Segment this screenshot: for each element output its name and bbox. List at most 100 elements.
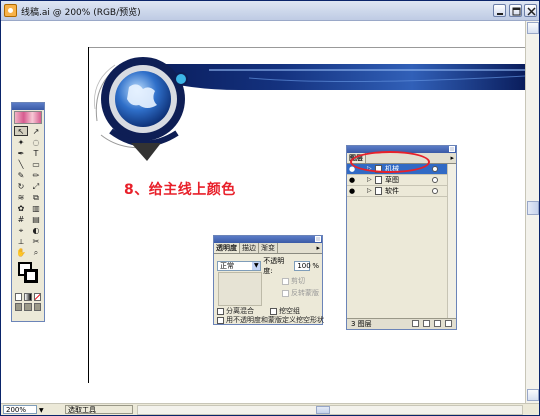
color-mode-buttons [12,292,44,302]
type-icon[interactable]: T [29,148,43,158]
opacity-mask-knockout-checkbox[interactable]: 用不透明度和蒙版定义挖空形状 [217,315,324,325]
step-annotation: 8、给主线上颜色 [124,182,236,198]
eye-icon[interactable]: ● [349,176,358,184]
pen-icon[interactable]: ✒ [14,148,28,158]
line-icon[interactable]: ╲ [14,159,28,169]
lasso-icon[interactable]: ◌ [29,137,43,147]
target-icon[interactable] [432,177,438,183]
minimize-button[interactable] [493,4,506,17]
title-bar[interactable]: 线稿.ai @ 200% (RGB/预览) [1,1,539,21]
paintbrush-icon[interactable]: ✎ [14,170,28,180]
opacity-value: 100 [297,262,311,270]
transparency-panel-titlebar[interactable] [214,236,322,243]
maximize-icon [512,7,521,16]
tab-stroke[interactable]: 描边 [240,243,259,253]
hand-icon[interactable]: ✋ [14,247,28,257]
blend-icon[interactable]: ◐ [29,225,43,235]
layer-thumbnail [375,187,382,195]
layer-row[interactable]: ● ▷ 草图 [347,175,456,186]
artboard-left-edge [88,47,89,383]
direct-selection-icon[interactable]: ↗ [29,126,43,136]
eyedropper-icon[interactable]: ⌖ [14,225,28,235]
expand-triangle-icon[interactable]: ▷ [367,175,372,185]
new-layer-icon[interactable] [434,320,441,327]
horizontal-scrollbar[interactable] [137,405,523,415]
horizontal-scroll-thumb[interactable] [316,406,330,414]
blend-mode-select[interactable]: 正常 ▼ [217,261,262,271]
zoom-dropdown-icon[interactable]: ▼ [39,405,44,416]
trash-icon[interactable] [445,320,452,327]
stroke-swatch[interactable] [24,269,38,283]
slice-icon[interactable]: ⟂ [14,236,28,246]
eye-icon[interactable]: ● [349,187,358,195]
transparency-panel: 透明度 描边 渐变 ▸ 正常 ▼ 不透明度: 100 % 剪切 反转蒙版 分离混… [213,235,324,325]
tools-panel-titlebar[interactable] [12,103,44,110]
layer-name: 草图 [385,176,399,184]
maximize-button[interactable] [509,4,522,17]
tab-gradient[interactable]: 渐变 [259,243,278,253]
close-icon [527,7,536,16]
transparency-panel-tabs: 透明度 描边 渐变 ▸ [214,243,322,254]
full-screen-mode-button[interactable] [33,303,41,311]
layer-highlight-ellipse [350,151,430,173]
target-icon[interactable] [432,188,438,194]
symbol-sprayer-icon[interactable]: ✿ [14,203,28,213]
zoom-icon[interactable]: ⌕ [29,247,43,257]
tab-transparency[interactable]: 透明度 [214,243,240,253]
opacity-label: 不透明度: [263,257,285,275]
opacity-field[interactable]: 100 [294,261,311,271]
warp-icon[interactable]: ≋ [14,192,28,202]
target-icon[interactable] [432,166,438,172]
layers-panel: 图层 ▸ ● ▷ 机械 ● ▷ 草图 ● ▷ 软件 3 图层 [346,145,457,330]
full-screen-menu-mode-button[interactable] [24,303,32,311]
panel-menu-icon[interactable]: ▸ [448,153,456,163]
globe-logo [94,57,188,161]
zoom-field[interactable]: 200% [3,405,37,414]
opacity-unit: % [312,262,319,270]
scissors-icon[interactable]: ✂ [29,236,43,246]
rectangle-icon[interactable]: ▭ [29,159,43,169]
selection-icon[interactable]: ↖ [14,126,28,136]
tools-grid: ↖ ↗ ✦ ◌ ✒ T ╲ ▭ ✎ ✏ ↻ ⤢ ≋ ⧉ ✿ ▥ # ▤ ⌖ ◐ ⟂ ✂ ✋ ⌕ [12,125,44,258]
fill-stroke-swatches [14,260,42,290]
scale-icon[interactable]: ⤢ [29,181,43,191]
panel-close-icon[interactable] [315,236,321,242]
tools-panel: ↖ ↗ ✦ ◌ ✒ T ╲ ▭ ✎ ✏ ↻ ⤢ ≋ ⧉ ✿ ▥ # ▤ ⌖ ◐ ⟂ ✂ ✋ ⌕ [11,102,45,322]
adobe-flower-logo [14,111,42,124]
make-clipping-mask-icon[interactable] [412,320,419,327]
graph-icon[interactable]: ▥ [29,203,43,213]
invert-mask-checkbox[interactable]: 反转蒙版 [282,288,319,298]
mask-options: 剪切 反转蒙版 [282,276,319,298]
expand-triangle-icon[interactable]: ▷ [367,186,372,196]
current-tool-status: 选取工具 [68,406,96,414]
close-button[interactable] [524,4,537,17]
magic-wand-icon[interactable]: ✦ [14,137,28,147]
scroll-up-arrow-icon[interactable] [527,22,539,34]
window-title: 线稿.ai @ 200% (RGB/预览) [21,8,141,18]
gradient-icon[interactable]: ▤ [29,214,43,224]
chevron-down-icon: ▼ [252,262,261,270]
vertical-scroll-thumb[interactable] [527,201,539,215]
scroll-down-arrow-icon[interactable] [527,389,539,401]
clip-checkbox[interactable]: 剪切 [282,276,319,286]
mesh-icon[interactable]: # [14,214,28,224]
status-bar: 200% ▼ 选取工具 [1,403,539,415]
none-button[interactable] [33,293,41,301]
object-thumbnail [218,272,262,306]
layer-thumbnail [375,176,382,184]
minimize-icon [497,13,503,15]
standard-screen-mode-button[interactable] [15,303,23,311]
free-transform-icon[interactable]: ⧉ [29,192,43,202]
gradient-button[interactable] [24,293,32,301]
layer-row[interactable]: ● ▷ 软件 [347,186,456,197]
layers-scrollbar[interactable] [447,164,456,318]
panel-close-icon[interactable] [449,146,455,152]
new-sublayer-icon[interactable] [423,320,430,327]
panel-menu-icon[interactable]: ▸ [314,243,322,253]
vertical-scrollbar[interactable] [525,21,539,403]
color-button[interactable] [15,293,23,301]
rotate-icon[interactable]: ↻ [14,181,28,191]
pencil-icon[interactable]: ✏ [29,170,43,180]
screen-mode-buttons [12,302,44,312]
status-field[interactable]: 选取工具 [65,405,133,414]
